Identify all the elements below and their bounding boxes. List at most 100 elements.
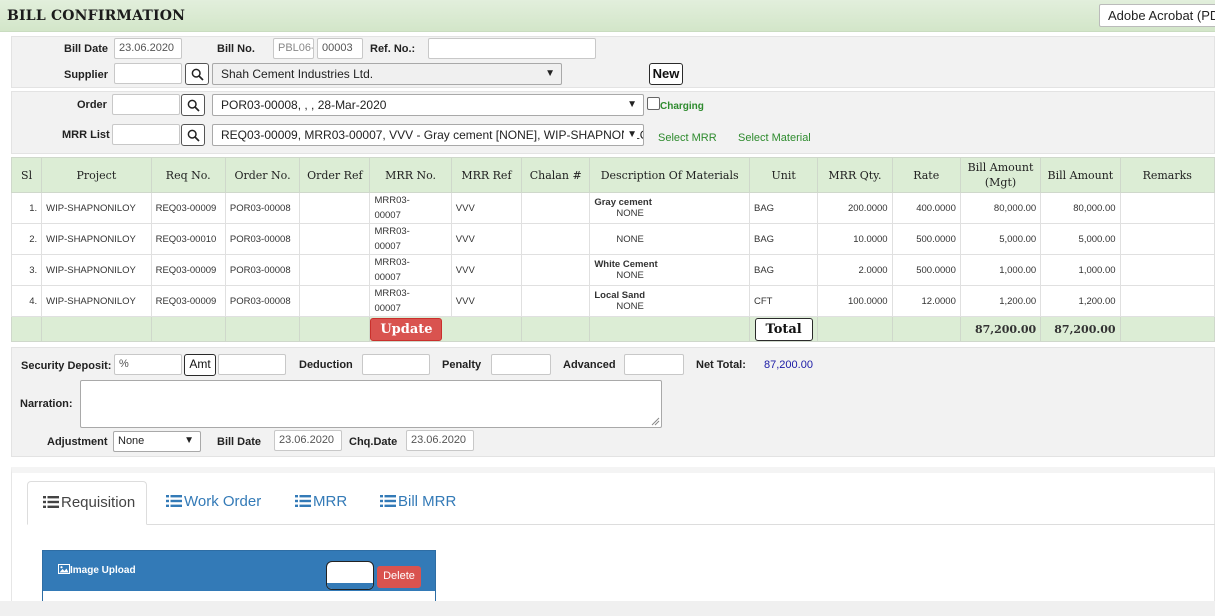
row-rate: 500.0000 — [891, 254, 961, 286]
row-order-ref — [299, 254, 371, 286]
list-icon — [380, 494, 396, 512]
chevron-down-icon: ▼ — [545, 68, 555, 79]
supplier-select[interactable]: Shah Cement Industries Ltd. ▼ — [212, 63, 562, 85]
list-icon — [43, 495, 59, 513]
row-mrr-no: MRR03- 00007 — [369, 254, 452, 286]
row-order-no: POR03-00008 — [224, 254, 301, 286]
row-mrr-no-part2: 00007 — [374, 272, 401, 283]
row-mrr-ref: VVV — [450, 192, 523, 224]
select-mrr-link[interactable]: Select MRR — [658, 132, 717, 144]
row-mrr-no: MRR03- 00007 — [369, 192, 452, 224]
total-cell-empty — [817, 316, 893, 342]
select-material-link[interactable]: Select Material — [738, 132, 811, 144]
table-row[interactable]: 4. WIP-SHAPNONILOY REQ03-00009 POR03-000… — [10, 285, 1215, 317]
security-percent-field[interactable]: % — [114, 354, 182, 375]
tab-bill-mrr[interactable]: Bill MRR — [364, 481, 472, 525]
supplier-search-button[interactable] — [185, 63, 209, 85]
tab-mrr[interactable]: MRR — [279, 481, 363, 525]
order-label: Order — [77, 99, 107, 111]
amt-button[interactable]: Amt — [184, 354, 216, 376]
deduction-field[interactable] — [362, 354, 430, 375]
supplier-code-field[interactable] — [114, 63, 182, 84]
col-bill-amount: Bill Amount — [1040, 157, 1121, 193]
mrr-selected: REQ03-00009, MRR03-00007, VVV - Gray cem… — [221, 128, 644, 142]
row-bill-amount: 5,000.00 — [1040, 223, 1121, 255]
row-mrr-no-part1: MRR03- — [374, 195, 410, 206]
adobe-acrobat-button[interactable]: Adobe Acrobat (PDF — [1099, 4, 1215, 27]
total-cell-empty — [150, 316, 226, 342]
security-deposit-label: Security Deposit: — [21, 360, 112, 372]
new-button[interactable]: New — [649, 63, 683, 85]
mrr-code-field[interactable] — [112, 124, 180, 145]
chq-date-label: Chq.Date — [349, 436, 398, 448]
advanced-field[interactable] — [624, 354, 684, 375]
row-order-no: POR03-00008 — [224, 285, 301, 317]
row-mrr-no: MRR03- 00007 — [369, 223, 452, 255]
order-selected: POR03-00008, , , 28-Mar-2020 — [221, 98, 387, 112]
delete-button[interactable]: Delete — [377, 566, 421, 588]
row-bill-amount-mgt: 1,000.00 — [959, 254, 1042, 286]
bill-date-field[interactable]: 23.06.2020 — [114, 38, 182, 59]
penalty-field[interactable] — [491, 354, 551, 375]
bill-date-label-2: Bill Date — [217, 436, 262, 448]
search-icon — [191, 68, 204, 81]
row-project: WIP-SHAPNONILOY — [41, 285, 152, 317]
row-mrr-no-part1: MRR03- — [374, 257, 410, 268]
table-row[interactable]: 3. WIP-SHAPNONILOY REQ03-00009 POR03-000… — [10, 254, 1215, 286]
col-chalan: Chalan # — [521, 157, 591, 193]
bill-no-label: Bill No. — [217, 43, 255, 55]
row-mrr-qty: 200.0000 — [817, 192, 893, 224]
chq-date-field[interactable]: 23.06.2020 — [406, 430, 474, 451]
table-row[interactable]: 1. WIP-SHAPNONILOY REQ03-00009 POR03-000… — [10, 192, 1215, 224]
row-order-no: POR03-00008 — [224, 223, 301, 255]
row-mrr-qty: 100.0000 — [817, 285, 893, 317]
bill-date-field-2[interactable]: 23.06.2020 — [274, 430, 342, 451]
supplier-label: Supplier — [64, 69, 109, 81]
footer-strip — [0, 601, 1215, 616]
image-upload-toggle[interactable] — [326, 561, 374, 590]
row-rate: 500.0000 — [891, 223, 961, 255]
bill-no-number-field[interactable]: 00003 — [317, 38, 363, 59]
net-total-label: Net Total: — [696, 359, 746, 371]
row-bill-amount-mgt: 5,000.00 — [959, 223, 1042, 255]
col-description: Description Of Materials — [589, 157, 750, 193]
order-code-field[interactable] — [112, 94, 180, 115]
search-icon — [187, 129, 200, 142]
order-search-button[interactable] — [181, 94, 205, 116]
row-sl: 1. — [10, 192, 43, 224]
tab-work-order[interactable]: Work Order — [150, 481, 277, 525]
tab-requisition-label: Requisition — [61, 494, 136, 511]
mrr-select[interactable]: REQ03-00009, MRR03-00007, VVV - Gray cem… — [212, 124, 644, 146]
row-material-spec: NONE — [616, 301, 644, 312]
row-order-ref — [299, 285, 371, 317]
row-chalan — [521, 254, 591, 286]
total-button[interactable]: Total — [754, 317, 813, 341]
row-bill-amount: 80,000.00 — [1040, 192, 1121, 224]
table-row[interactable]: 2. WIP-SHAPNONILOY REQ03-00010 POR03-000… — [10, 223, 1215, 255]
charging-checkbox[interactable] — [647, 97, 660, 110]
col-mrr-ref: MRR Ref — [450, 157, 523, 193]
col-mrr-no: MRR No. — [369, 157, 452, 193]
adjustment-select[interactable]: None ▼ — [113, 431, 201, 452]
row-rate: 400.0000 — [891, 192, 961, 224]
ref-no-field[interactable] — [428, 38, 596, 59]
order-select[interactable]: POR03-00008, , , 28-Mar-2020 ▼ — [212, 94, 644, 116]
adjustment-selected: None — [118, 435, 145, 447]
total-cell-empty — [589, 316, 750, 342]
advanced-label: Advanced — [563, 359, 616, 371]
row-material-name: Gray cement — [594, 197, 652, 208]
title-bar: BILL CONFIRMATION Adobe Acrobat (PDF — [0, 0, 1215, 32]
bill-no-prefix-field[interactable]: PBL06- — [273, 38, 314, 59]
row-rate: 12.0000 — [891, 285, 961, 317]
tab-requisition[interactable]: Requisition — [27, 481, 147, 525]
narration-textarea[interactable] — [80, 380, 662, 428]
row-bill-amount-mgt: 80,000.00 — [959, 192, 1042, 224]
update-button[interactable]: Update — [370, 317, 443, 341]
row-mrr-ref: VVV — [450, 254, 523, 286]
amt-field[interactable] — [218, 354, 286, 375]
row-order-ref — [299, 192, 371, 224]
row-remarks — [1119, 192, 1215, 224]
mrr-search-button[interactable] — [181, 124, 205, 146]
resize-handle-icon[interactable] — [651, 417, 660, 426]
row-remarks — [1119, 223, 1215, 255]
